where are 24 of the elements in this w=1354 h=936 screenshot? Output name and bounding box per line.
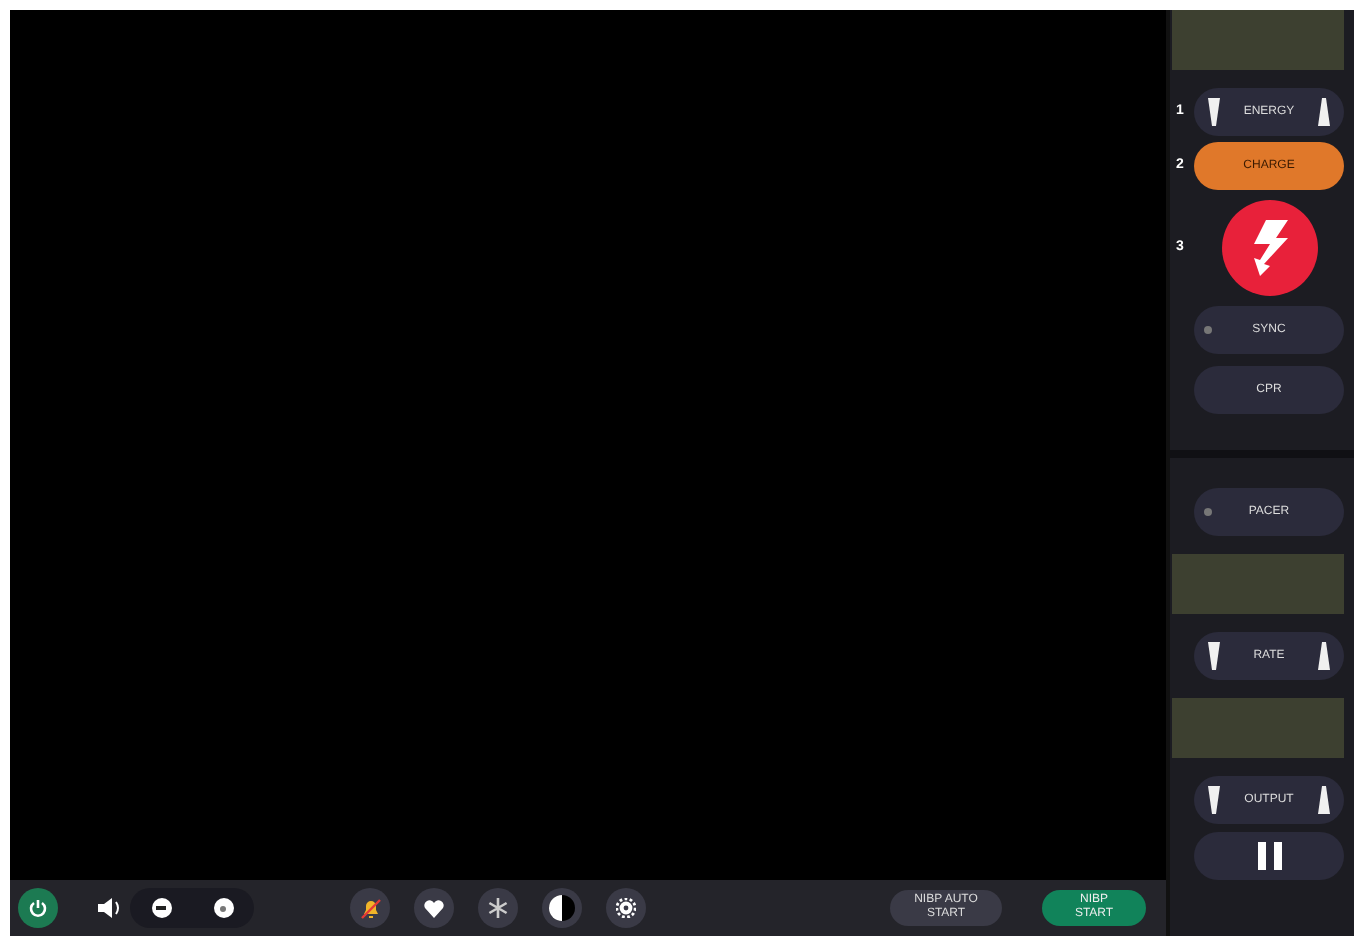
power-button[interactable] — [18, 888, 58, 928]
decrease-icon — [1208, 642, 1220, 670]
lightning-icon — [1248, 220, 1292, 276]
power-icon — [28, 898, 48, 918]
speaker-icon — [98, 898, 122, 918]
heart-icon — [424, 899, 444, 917]
volume-down-button[interactable] — [151, 898, 171, 918]
contrast-button[interactable] — [542, 888, 582, 928]
increase-icon — [1318, 98, 1330, 126]
settings-icon — [616, 898, 636, 918]
pause-button[interactable] — [1194, 832, 1344, 880]
shock-button[interactable] — [1222, 200, 1318, 296]
alarm-button[interactable] — [350, 888, 390, 928]
snowflake-button[interactable] — [478, 888, 518, 928]
decrease-icon — [1208, 786, 1220, 814]
snowflake-icon — [488, 898, 508, 918]
heart-button[interactable] — [414, 888, 454, 928]
settings-button[interactable] — [606, 888, 646, 928]
increase-icon — [1318, 642, 1330, 670]
decrease-icon — [1208, 98, 1220, 126]
contrast-icon — [548, 894, 576, 922]
increase-icon — [1317, 786, 1330, 814]
volume-up-button[interactable] — [213, 898, 233, 918]
pause-icon — [1255, 842, 1283, 870]
